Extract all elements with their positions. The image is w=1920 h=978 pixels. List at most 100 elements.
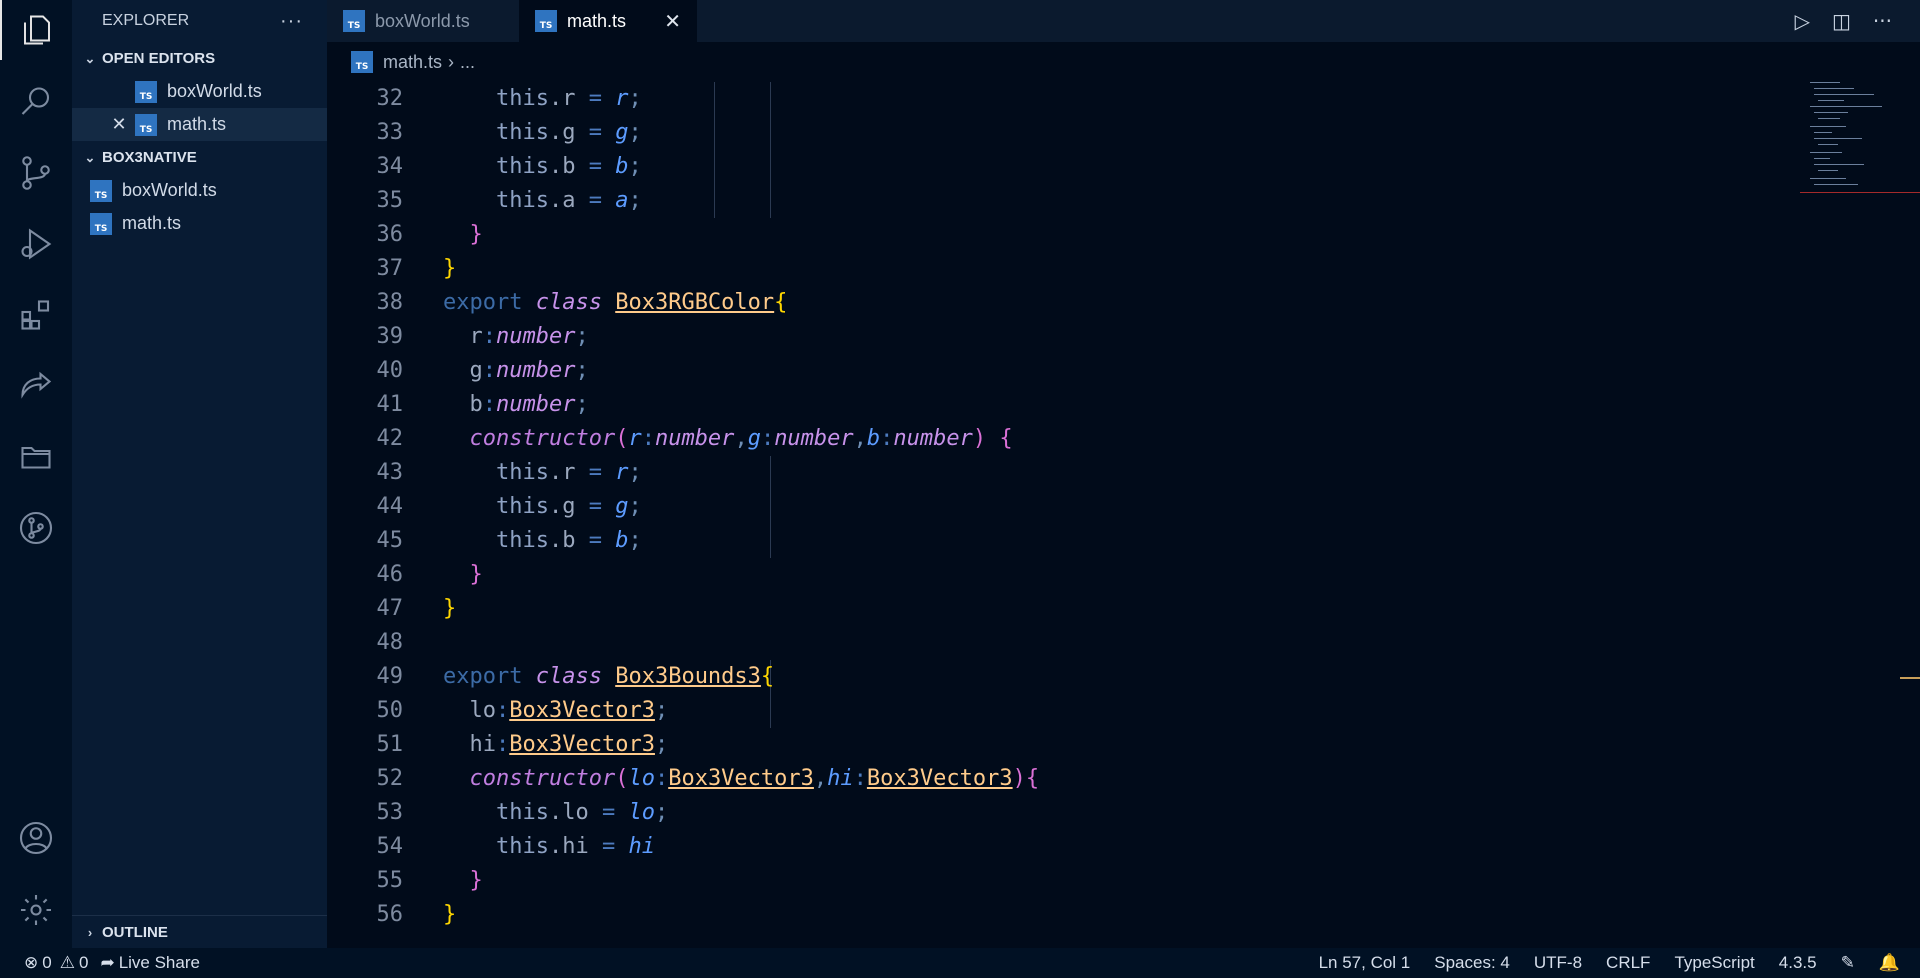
explorer-title: EXPLORER	[102, 12, 190, 29]
live-share-icon[interactable]	[0, 356, 72, 416]
open-editor-item[interactable]: ✕ TS math.ts	[72, 108, 327, 141]
minimap-line	[1818, 100, 1844, 101]
chevron-down-icon: ⌄	[84, 50, 96, 66]
code-line: 50 lo:Box3Vector3;	[327, 694, 1797, 728]
minimap-line	[1810, 82, 1840, 83]
outline-section[interactable]: › OUTLINE	[72, 915, 327, 948]
typescript-version[interactable]: 4.3.5	[1779, 953, 1817, 973]
notifications-bell-icon[interactable]: 🔔	[1879, 953, 1900, 973]
code-text: }	[443, 596, 457, 621]
tab-bar: TS boxWorld.ts TS math.ts ✕ ▷ ◫ ···	[327, 0, 1920, 42]
problems-indicator[interactable]: ⊗ 0 ⚠ 0	[24, 953, 88, 973]
line-number: 32	[376, 86, 404, 111]
more-actions-icon[interactable]: ···	[1873, 9, 1892, 33]
extensions-icon[interactable]	[0, 285, 72, 345]
settings-gear-icon[interactable]	[0, 880, 72, 940]
code-line: 32 this.r = r;	[327, 82, 1797, 116]
git-graph-icon[interactable]	[0, 498, 72, 558]
open-editors-section[interactable]: ⌄ OPEN EDITORS	[72, 42, 327, 75]
activity-bar	[0, 0, 72, 948]
tab-boxworld[interactable]: TS boxWorld.ts	[327, 0, 519, 42]
code-editor[interactable]: 32 this.r = r; 33 this.g = g; 34 this.b …	[327, 82, 1920, 948]
line-number: 56	[376, 902, 404, 927]
line-number: 53	[376, 800, 404, 825]
minimap-line	[1814, 112, 1848, 113]
line-number: 46	[376, 562, 404, 587]
code-line: 46 }	[327, 558, 1797, 592]
minimap[interactable]	[1810, 82, 1900, 202]
minimap-line	[1818, 118, 1840, 119]
split-editor-icon[interactable]: ◫	[1832, 9, 1851, 33]
close-tab-icon[interactable]: ✕	[664, 9, 681, 34]
folder-icon[interactable]	[0, 427, 72, 487]
warning-icon: ⚠	[59, 953, 75, 972]
scrollbar-marker[interactable]	[1900, 677, 1920, 679]
line-number: 41	[376, 392, 404, 417]
minimap-line	[1818, 170, 1838, 171]
line-ending[interactable]: CRLF	[1606, 953, 1650, 973]
open-editor-item[interactable]: TS boxWorld.ts	[72, 75, 327, 108]
code-line: 52 constructor(lo:Box3Vector3,hi:Box3Vec…	[327, 762, 1797, 796]
explorer-icon[interactable]	[0, 0, 72, 60]
code-line: 33 this.g = g;	[327, 116, 1797, 150]
source-control-icon[interactable]	[0, 143, 72, 203]
line-number: 55	[376, 868, 404, 893]
search-icon[interactable]	[0, 72, 72, 132]
run-debug-icon[interactable]	[0, 214, 72, 274]
language-mode[interactable]: TypeScript	[1674, 953, 1754, 973]
breadcrumb-separator: ›	[448, 51, 455, 72]
code-text: b:number;	[469, 392, 589, 417]
code-text: this.lo = lo;	[495, 800, 669, 825]
live-share-label: Live Share	[118, 953, 200, 972]
minimap-line	[1814, 158, 1830, 159]
typescript-file-icon: TS	[90, 212, 112, 235]
close-icon[interactable]: ✕	[108, 114, 130, 135]
typescript-file-icon: TS	[343, 10, 365, 32]
line-number: 54	[376, 834, 404, 859]
feedback-icon[interactable]: ✎	[1841, 953, 1855, 973]
minimap-highlight	[1800, 192, 1920, 193]
chevron-right-icon: ›	[87, 924, 93, 940]
line-number: 52	[376, 766, 404, 791]
line-number: 40	[376, 358, 404, 383]
file-label: math.ts	[122, 213, 182, 233]
live-share-status[interactable]: ➦ Live Share	[100, 953, 200, 973]
code-line: 42 constructor(r:number,g:number,b:numbe…	[327, 422, 1797, 456]
code-line: 49 export class Box3Bounds3{	[327, 660, 1797, 694]
minimap-line	[1814, 138, 1862, 139]
run-icon[interactable]: ▷	[1795, 9, 1810, 33]
minimap-line	[1814, 132, 1832, 133]
live-share-icon: ➦	[100, 953, 115, 972]
code-text: }	[469, 868, 483, 893]
tab-label: boxWorld.ts	[375, 10, 470, 31]
minimap-line	[1814, 88, 1854, 89]
cursor-position[interactable]: Ln 57, Col 1	[1319, 953, 1411, 973]
open-editor-label: boxWorld.ts	[167, 81, 262, 101]
more-actions-icon[interactable]: ···	[280, 10, 303, 33]
explorer-header: EXPLORER ···	[72, 0, 327, 42]
file-item[interactable]: TS boxWorld.ts	[72, 174, 327, 207]
line-number: 47	[376, 596, 404, 621]
typescript-file-icon: TS	[351, 51, 373, 73]
code-line: 51 hi:Box3Vector3;	[327, 728, 1797, 762]
line-number: 39	[376, 324, 404, 349]
code-text: this.b = b;	[495, 528, 642, 553]
line-number: 35	[376, 188, 404, 213]
minimap-line	[1814, 184, 1858, 185]
folder-section[interactable]: ⌄ BOX3NATIVE	[72, 141, 327, 174]
file-item[interactable]: TS math.ts	[72, 207, 327, 240]
editor-actions: ▷ ◫ ···	[1795, 0, 1892, 42]
breadcrumb-file[interactable]: math.ts	[383, 52, 442, 73]
chevron-down-icon: ⌄	[84, 149, 96, 165]
accounts-icon[interactable]	[0, 808, 72, 868]
encoding[interactable]: UTF-8	[1534, 953, 1582, 973]
breadcrumb-rest[interactable]: ...	[460, 52, 475, 73]
code-text: this.b = b;	[495, 154, 642, 179]
indentation[interactable]: Spaces: 4	[1434, 953, 1510, 973]
code-line: 44 this.g = g;	[327, 490, 1797, 524]
tab-math[interactable]: TS math.ts ✕	[519, 0, 697, 42]
code-line: 38 export class Box3RGBColor{	[327, 286, 1797, 320]
code-text: }	[443, 256, 457, 281]
code-text: constructor(r:number,g:number,b:number) …	[469, 426, 1013, 451]
code-line: 37}	[327, 252, 1797, 286]
